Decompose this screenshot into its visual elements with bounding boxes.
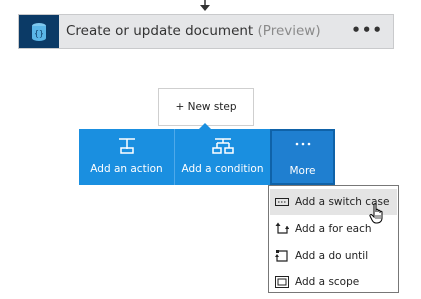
menu-item-label: Add a scope xyxy=(295,276,360,288)
for-each-icon xyxy=(275,222,289,234)
preview-tag: (Preview) xyxy=(257,23,321,39)
more-label: More xyxy=(289,165,316,177)
action-icon xyxy=(118,138,135,154)
more-button[interactable]: More xyxy=(270,129,335,185)
do-until-icon xyxy=(275,250,288,262)
ellipsis-icon xyxy=(295,142,310,146)
flow-arrow-down-icon xyxy=(200,0,210,11)
menu-item-label: Add a for each xyxy=(295,223,372,235)
add-condition-label: Add a condition xyxy=(181,163,264,175)
more-options-button[interactable]: ••• xyxy=(351,21,383,39)
new-step-button[interactable]: + New step xyxy=(158,88,254,126)
more-menu: Add a switch case Add a for each Add a d… xyxy=(268,185,399,293)
menu-item-do-until[interactable]: Add a do until xyxy=(270,243,397,269)
add-action-label: Add an action xyxy=(90,163,163,175)
scope-icon xyxy=(275,276,289,288)
svg-text:{}: {} xyxy=(34,29,44,38)
action-card-create-update-document[interactable]: {} Create or update document (Preview) •… xyxy=(18,14,394,49)
menu-item-label: Add a do until xyxy=(295,250,369,262)
condition-icon xyxy=(211,138,234,154)
add-condition-button[interactable]: Add a condition xyxy=(174,129,270,185)
database-icon: {} xyxy=(19,15,59,48)
switch-case-icon xyxy=(275,198,289,206)
new-step-label: + New step xyxy=(175,101,237,113)
step-options-bar: Add an action Add a condition More xyxy=(79,129,335,185)
action-title-text: Create or update document xyxy=(66,23,254,39)
hand-cursor-icon xyxy=(369,203,383,224)
menu-item-scope[interactable]: Add a scope xyxy=(270,269,397,295)
add-action-button[interactable]: Add an action xyxy=(79,129,174,185)
action-title: Create or update document (Preview) xyxy=(66,23,321,39)
